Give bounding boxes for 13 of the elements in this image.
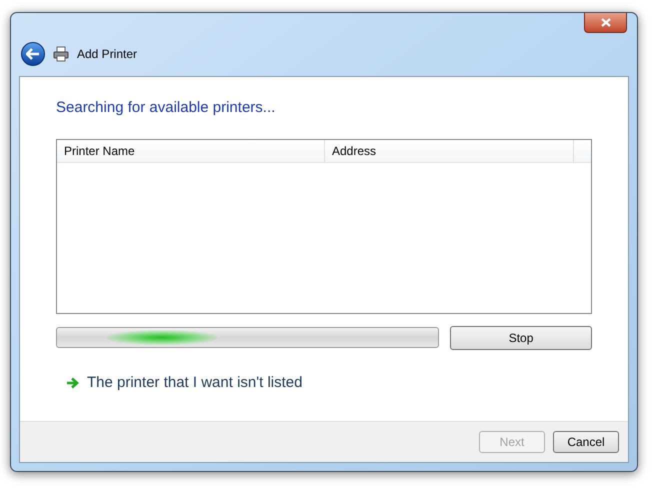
- column-header[interactable]: Address: [325, 140, 574, 162]
- page-heading: Searching for available printers...: [56, 98, 276, 118]
- close-button[interactable]: [584, 13, 627, 33]
- cancel-button[interactable]: Cancel: [553, 431, 619, 453]
- back-button[interactable]: [21, 42, 45, 66]
- column-header[interactable]: Printer Name: [57, 140, 325, 162]
- back-arrow-icon: [26, 48, 40, 60]
- window-title: Add Printer: [77, 46, 138, 62]
- close-icon: [600, 18, 610, 27]
- printer-icon: [53, 46, 69, 62]
- arrow-icon: [66, 376, 79, 389]
- printer-not-listed-link[interactable]: The printer that I want isn't listed: [87, 372, 302, 394]
- stop-button[interactable]: Stop: [450, 326, 592, 350]
